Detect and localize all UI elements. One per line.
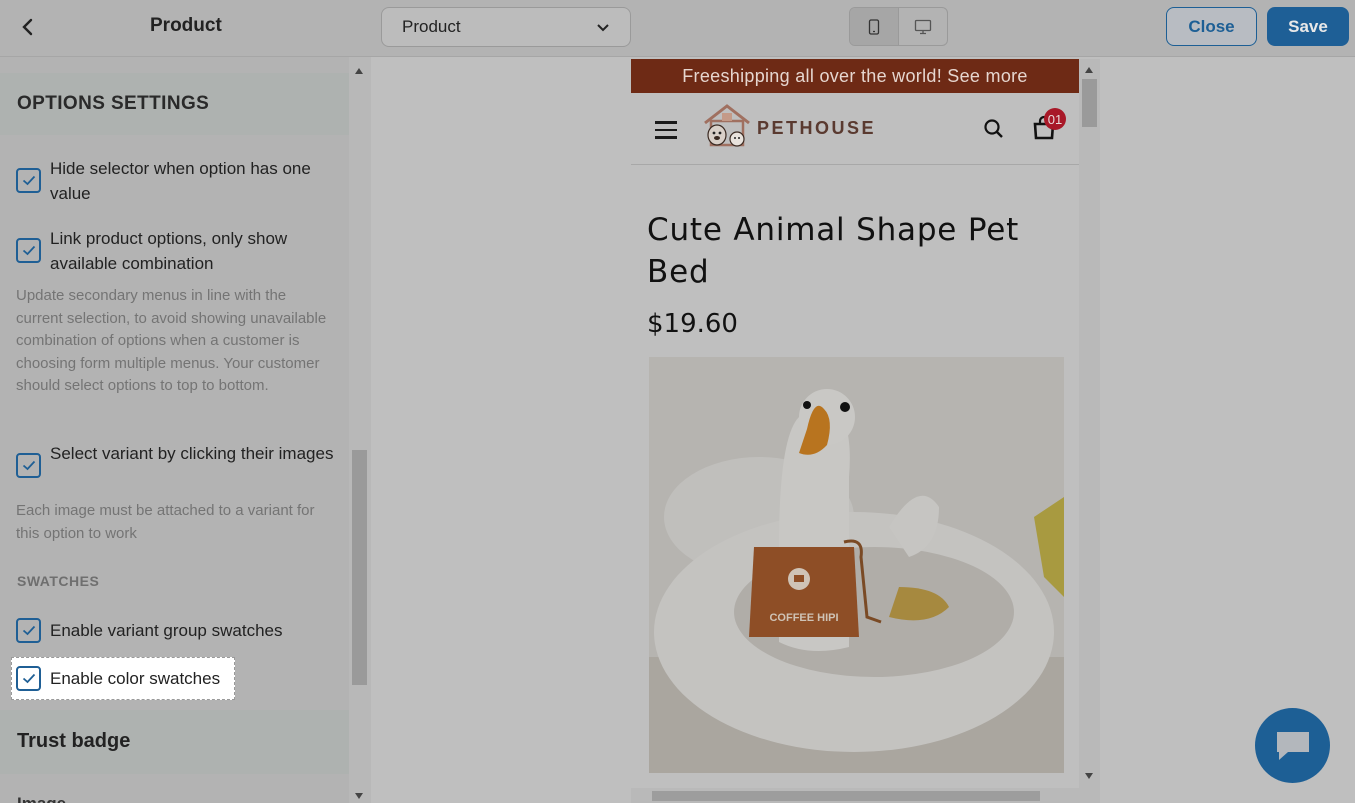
image-section-title[interactable]: Image <box>17 794 66 803</box>
top-bar: Product Product Close Save <box>0 0 1355 57</box>
goose-bed-illustration: COFFEE HIPI <box>649 357 1064 773</box>
cart-count-badge: 01 <box>1044 108 1066 130</box>
product-image[interactable]: COFFEE HIPI <box>649 357 1064 773</box>
preview-scroll-thumb[interactable] <box>1082 79 1097 127</box>
hide-selector-label: Hide selector when option has one value <box>50 159 311 203</box>
settings-scrollbar[interactable] <box>349 57 371 803</box>
checkmark-icon <box>22 460 35 471</box>
variant-group-swatches-checkbox[interactable] <box>16 618 41 643</box>
preview-scrollbar[interactable] <box>1079 59 1100 803</box>
apron-text: COFFEE HIPI <box>769 612 838 624</box>
page-type-select[interactable]: Product <box>381 7 631 47</box>
link-options-checkbox[interactable] <box>16 238 41 263</box>
chat-button[interactable] <box>1255 708 1330 783</box>
preview-hscroll-thumb[interactable] <box>652 791 1040 801</box>
hide-selector-checkbox[interactable] <box>16 168 41 193</box>
back-button[interactable] <box>14 14 40 40</box>
scroll-thumb[interactable] <box>352 450 367 685</box>
preview-scroll-up-arrow[interactable] <box>1085 67 1093 73</box>
store-preview: Freeshipping all over the world! See mor… <box>631 59 1079 803</box>
trust-badge-title: Trust badge <box>17 730 131 752</box>
page-title: Product <box>150 15 222 36</box>
options-settings-header: OPTIONS SETTINGS <box>0 73 349 135</box>
chat-icon <box>1276 731 1309 760</box>
color-swatches-checkbox[interactable] <box>16 666 41 691</box>
select-variant-description: Each image must be attached to a variant… <box>16 502 315 542</box>
trust-badge-section[interactable]: Trust badge <box>0 710 349 774</box>
select-variant-label: Select variant by clicking their images <box>50 444 334 463</box>
scroll-up-arrow[interactable] <box>355 68 363 74</box>
variant-group-swatches-label: Enable variant group swatches <box>50 621 283 640</box>
preview-horizontal-scrollbar[interactable] <box>631 788 1079 803</box>
checkmark-icon <box>22 673 35 684</box>
scroll-down-arrow[interactable] <box>355 793 363 799</box>
desktop-icon <box>914 19 931 34</box>
promo-bar[interactable]: Freeshipping all over the world! See mor… <box>631 59 1079 93</box>
swatches-heading: SWATCHES <box>17 573 100 589</box>
mobile-view-button[interactable] <box>850 8 899 45</box>
page-select-value: Product <box>402 17 461 36</box>
product-title: Cute Animal Shape Pet Bed <box>647 212 1020 290</box>
desktop-view-button[interactable] <box>899 8 948 45</box>
close-button[interactable]: Close <box>1166 7 1257 46</box>
save-button[interactable]: Save <box>1267 7 1349 46</box>
settings-panel: OPTIONS SETTINGS Hide selector when opti… <box>0 57 349 803</box>
device-toggle <box>849 7 948 46</box>
section-title: OPTIONS SETTINGS <box>17 93 210 114</box>
link-options-description: Update secondary menus in line with the … <box>16 287 327 394</box>
chevron-left-icon <box>22 18 33 36</box>
chevron-down-icon <box>597 24 609 32</box>
product-price: $19.60 <box>647 309 738 339</box>
select-variant-checkbox[interactable] <box>16 453 41 478</box>
pethouse-logo <box>704 104 750 147</box>
menu-icon[interactable] <box>655 121 677 139</box>
checkmark-icon <box>22 625 35 636</box>
checkmark-icon <box>22 175 35 186</box>
search-icon[interactable] <box>983 118 1005 140</box>
link-options-label: Link product options, only show availabl… <box>50 229 288 273</box>
mobile-icon <box>868 18 879 35</box>
checkmark-icon <box>22 245 35 256</box>
preview-scroll-down-arrow[interactable] <box>1085 773 1093 779</box>
color-swatches-label: Enable color swatches <box>50 669 221 688</box>
store-header: PETHOUSE 01 <box>631 93 1079 165</box>
brand-name[interactable]: PETHOUSE <box>757 118 876 139</box>
